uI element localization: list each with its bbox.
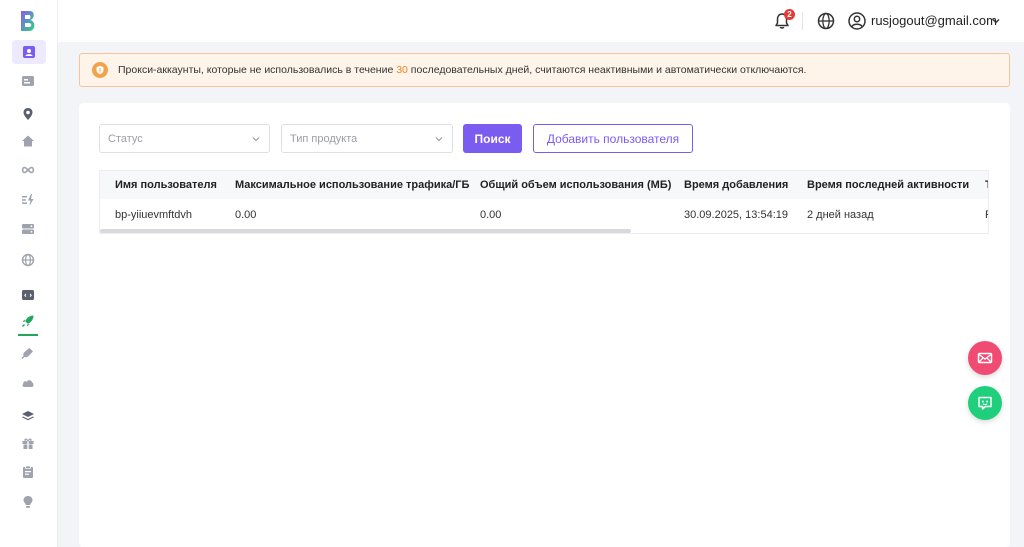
notice-text-after: последовательных дней, считаются неактив… (407, 64, 807, 76)
live-chat-button[interactable] (968, 386, 1002, 420)
column-header-total-usage: Общий объем использования (МБ) (480, 179, 672, 191)
email-support-button[interactable] (968, 341, 1002, 375)
column-header-truncated: Т (985, 179, 988, 191)
inactivity-notice: Прокси-аккаунты, которые не использовали… (79, 53, 1010, 87)
id-card-icon (22, 76, 34, 86)
layers-icon (22, 411, 34, 421)
sidebar-item-proxy-list[interactable] (17, 70, 39, 92)
notice-text-before: Прокси-аккаунты, которые не использовали… (118, 64, 397, 76)
sidebar-item-account[interactable] (12, 40, 46, 64)
top-header: 2 rusjogout@gmail.com (58, 0, 1024, 42)
product-type-select[interactable]: Тип продукта (281, 124, 453, 153)
sidebar-item-api[interactable] (17, 284, 39, 306)
notice-text: Прокси-аккаунты, которые не использовали… (118, 64, 806, 76)
user-avatar-icon[interactable] (847, 11, 867, 31)
column-header-username: Имя пользователя (115, 179, 217, 191)
status-select[interactable]: Статус (99, 124, 270, 153)
code-window-icon (22, 290, 34, 300)
sidebar-item-global[interactable] (17, 249, 39, 271)
gift-icon (22, 438, 34, 449)
user-email[interactable]: rusjogout@gmail.com (871, 13, 997, 28)
proxy-users-card: Статус Тип продукта Поиск Добавить польз… (79, 103, 1010, 547)
rocket-icon (22, 315, 34, 327)
scrollbar-thumb[interactable] (100, 229, 631, 233)
chevron-down-icon (252, 137, 260, 142)
sidebar-item-orders[interactable] (17, 461, 39, 483)
server-icon (22, 224, 34, 234)
sidebar-item-unlimited[interactable] (17, 159, 39, 181)
cell-last-activity: 2 дней назад (807, 209, 874, 221)
user-card-icon (23, 46, 35, 58)
table-header: Имя пользователя Максимальное использова… (100, 171, 988, 199)
cell-added-time: 30.09.2025, 13:54:19 (684, 209, 788, 221)
sidebar-item-cloud[interactable] (17, 372, 39, 394)
language-globe-icon[interactable] (816, 11, 836, 31)
cell-username: bp-yiiuevmftdvh (115, 209, 193, 221)
sidebar-item-extension[interactable] (17, 342, 39, 364)
notification-badge: 2 (784, 9, 795, 20)
header-divider (802, 12, 803, 30)
search-button[interactable]: Поиск (463, 124, 522, 153)
sidebar-item-datacenter[interactable] (17, 218, 39, 240)
lightning-lines-icon (22, 194, 34, 206)
column-header-added-time: Время добавления (684, 179, 789, 191)
status-select-placeholder: Статус (108, 133, 143, 145)
envelope-icon (977, 352, 993, 364)
notice-days: 30 (396, 64, 408, 76)
cell-total-usage: 0.00 (480, 209, 502, 221)
sidebar-item-proxy-users[interactable] (17, 310, 39, 336)
lightbulb-icon (23, 496, 33, 508)
shield-warning-icon (92, 62, 108, 78)
add-user-button[interactable]: Добавить пользователя (533, 124, 693, 153)
column-header-max-traffic: Максимальное использование трафика/ГБ (235, 179, 470, 191)
clipboard-icon (23, 465, 33, 478)
home-icon (22, 135, 34, 147)
sidebar-item-tips[interactable] (17, 491, 39, 513)
chevron-down-icon (435, 137, 443, 142)
plug-icon (21, 348, 33, 359)
horizontal-scrollbar[interactable] (100, 229, 988, 233)
table-row[interactable]: bp-yiiuevmftdvh 0.00 0.00 30.09.2025, 13… (100, 199, 988, 229)
brand-logo[interactable] (16, 9, 40, 33)
cell-truncated: F (985, 209, 988, 221)
cell-max-traffic: 0.00 (235, 209, 257, 221)
users-table: Имя пользователя Максимальное использова… (99, 170, 989, 234)
infinity-icon (21, 166, 35, 174)
sidebar-item-residential[interactable] (17, 130, 39, 152)
globe-network-icon (21, 253, 35, 267)
chevron-down-icon[interactable] (991, 16, 1001, 26)
location-pin-icon (23, 108, 33, 120)
chat-bot-icon (978, 396, 992, 410)
column-header-last-activity: Время последней активности (807, 179, 970, 191)
sidebar-item-location[interactable] (17, 103, 39, 125)
sidebar-item-products[interactable] (17, 405, 39, 427)
product-type-select-placeholder: Тип продукта (290, 133, 358, 145)
cloud-icon (22, 380, 34, 387)
sidebar-item-isp[interactable] (17, 189, 39, 211)
sidebar (0, 0, 58, 547)
sidebar-item-gifts[interactable] (17, 432, 39, 454)
